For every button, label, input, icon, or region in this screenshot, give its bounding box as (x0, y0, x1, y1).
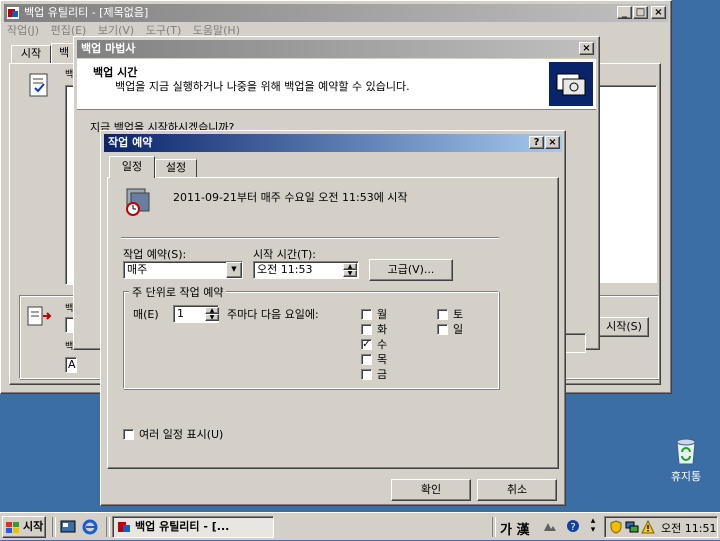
svg-text:?: ? (570, 522, 575, 533)
schedule-type-label: 작업 예약(S): (123, 248, 187, 261)
schedule-title-bar[interactable]: 작업 예약 ? × (104, 134, 562, 152)
label-friday: 금 (377, 368, 388, 381)
help-button[interactable]: ? (529, 136, 544, 149)
security-shield-icon[interactable] (609, 520, 623, 534)
wizard-header-icon (549, 62, 593, 106)
taskbar-task-backup[interactable]: 백업 유틸리티 - [... (112, 516, 274, 538)
weekly-group-label: 주 단위로 작업 예약 (129, 284, 227, 300)
start-time-spinner[interactable]: ▲ ▼ (343, 263, 357, 277)
schedule-type-select[interactable]: 매주 ▼ (123, 261, 243, 279)
backup-app-icon (6, 6, 20, 20)
every-weeks-spinner[interactable]: ▲ ▼ (205, 307, 219, 321)
advanced-button[interactable]: 고급(V)... (369, 259, 453, 281)
destination-icon (27, 305, 53, 327)
show-desktop-icon[interactable] (60, 519, 76, 535)
recycle-bin-icon (676, 438, 696, 465)
tray-divider (492, 517, 496, 537)
task-label: 백업 유틸리티 - [... (135, 520, 230, 533)
spin-down-icon[interactable]: ▼ (205, 314, 219, 321)
schedule-summary: 2011-09-21부터 매주 수요일 오전 11:53에 시작 (173, 191, 408, 204)
multiple-schedules-label: 여러 일정 표시(U) (139, 428, 224, 441)
checkbox-monday[interactable] (361, 309, 372, 320)
schedule-close-button[interactable]: × (545, 136, 560, 149)
warning-icon[interactable] (641, 519, 655, 534)
wizard-title-bar[interactable]: 백업 마법사 × (77, 40, 596, 58)
label-monday: 월 (377, 308, 388, 321)
maximize-button[interactable]: □ (633, 6, 648, 19)
checkmark-icon: ✓ (362, 339, 371, 350)
ime-tool-icon[interactable] (542, 519, 558, 535)
start-label: 시작 (23, 520, 44, 533)
recycle-bin-label: 휴지통 (670, 470, 702, 483)
quick-launch-divider (52, 517, 56, 537)
wizard-header: 백업 시간 백업을 지금 실행하거나 나중을 위해 백업을 예약할 수 있습니다… (77, 59, 596, 110)
schedule-dialog-title: 작업 예약 (108, 136, 153, 149)
spin-up-icon[interactable]: ▲ (343, 263, 357, 270)
right-list-box (597, 85, 657, 283)
label-saturday: 토 (453, 308, 464, 321)
main-title-bar[interactable]: 백업 유틸리티 - [제목없음] _ □ × (4, 4, 668, 22)
checkbox-wednesday[interactable]: ✓ (361, 339, 372, 350)
ime-indicator[interactable]: 가 漢 (500, 519, 530, 538)
recycle-bin[interactable]: 휴지통 (664, 436, 708, 486)
wizard-close-button[interactable]: × (579, 42, 594, 55)
wizard-title: 백업 마법사 (81, 42, 136, 55)
taskbar-divider (106, 517, 110, 537)
internet-explorer-icon[interactable] (82, 519, 98, 535)
spin-down-icon[interactable]: ▼ (343, 270, 357, 277)
taskbar: 시작 백업 유틸리티 - [... 가 漢 ? ▴ ▾ 오전 11:51 (0, 512, 720, 540)
scheduled-task-icon (123, 185, 155, 217)
tray-arrow-icon[interactable]: ▴ ▾ (588, 517, 598, 535)
windows-logo-icon (6, 521, 20, 533)
task-app-icon (117, 520, 131, 534)
label-thursday: 목 (377, 353, 388, 366)
checkbox-thursday[interactable] (361, 354, 372, 365)
start-backup-button[interactable]: 시작(S) (599, 317, 649, 337)
tab-schedule[interactable]: 일정 (109, 156, 155, 178)
summary-divider (121, 237, 499, 239)
checkbox-saturday[interactable] (437, 309, 448, 320)
close-button[interactable]: × (651, 6, 666, 19)
tab-start[interactable]: 시작 (11, 45, 51, 63)
backup-path-field[interactable]: A:\Ba (65, 357, 77, 373)
label-wednesday: 수 (377, 338, 388, 351)
label-tuesday: 화 (377, 323, 388, 336)
checkbox-multiple-schedules[interactable] (123, 429, 134, 440)
wizard-header-subtitle: 백업을 지금 실행하거나 나중을 위해 백업을 예약할 수 있습니다. (115, 80, 410, 93)
minimize-button[interactable]: _ (617, 6, 632, 19)
ok-button[interactable]: 확인 (391, 479, 471, 501)
help-icon[interactable]: ? (566, 519, 580, 533)
every-weeks-value: 1 (177, 307, 184, 320)
main-window-title: 백업 유틸리티 - [제목없음] (24, 6, 149, 19)
tab-settings[interactable]: 설정 (155, 159, 197, 177)
menu-job[interactable]: 작업(J) (7, 24, 39, 37)
schedule-job-dialog: 작업 예약 ? × 일정 설정 2011-09-21부터 매주 수요일 오전 1… (100, 130, 566, 506)
label-sunday: 일 (453, 323, 464, 336)
start-time-label: 시작 시간(T): (253, 248, 316, 261)
checkbox-sunday[interactable] (437, 324, 448, 335)
checkbox-tuesday[interactable] (361, 324, 372, 335)
spin-up-icon[interactable]: ▲ (205, 307, 219, 314)
checkbox-friday[interactable] (361, 369, 372, 380)
cancel-button[interactable]: 취소 (477, 479, 557, 501)
job-list-icon (27, 73, 51, 99)
clock[interactable]: 오전 11:51 (661, 520, 716, 536)
weeks-on-label: 주마다 다음 요일에: (227, 308, 319, 321)
start-time-value: 오전 11:53 (257, 263, 313, 276)
network-icon[interactable] (625, 520, 639, 534)
chevron-down-icon[interactable]: ▼ (226, 262, 242, 278)
every-label: 매(E) (133, 308, 159, 321)
start-button[interactable]: 시작 (2, 516, 46, 538)
system-tray: 오전 11:51 (604, 516, 718, 538)
schedule-type-value: 매주 (127, 263, 148, 276)
